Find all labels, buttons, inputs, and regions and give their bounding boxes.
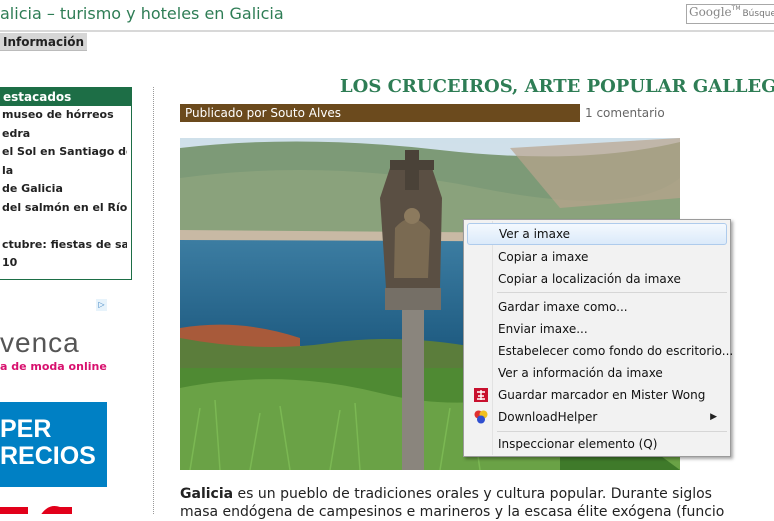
context-menu: Ver a imaxe Copiar a imaxe Copiar a loca…	[463, 219, 731, 457]
sidebar-item[interactable]	[2, 217, 127, 236]
menu-item-view-image-info[interactable]: Ver a información da imaxe	[467, 362, 727, 384]
menu-item-copy-image[interactable]: Copiar a imaxe	[467, 246, 727, 268]
menu-separator	[497, 431, 727, 432]
article-body-line-1: Galicia es un pueblo de tradiciones oral…	[180, 485, 774, 503]
ad-venca-brand: venca	[0, 326, 110, 360]
comments-link[interactable]: 1 comentario	[585, 106, 665, 120]
menu-item-mister-wong[interactable]: Guardar marcador en Mister Wong	[467, 384, 727, 406]
sidebar-item[interactable]: 10	[2, 254, 127, 273]
ad-venca[interactable]: venca a de moda online	[0, 326, 110, 378]
menu-item-save-image[interactable]: Gardar imaxe como...	[467, 296, 727, 318]
tab-informacion[interactable]: Información	[0, 33, 87, 51]
google-search-input[interactable]: GoogleTMBúsqueda	[686, 4, 774, 24]
sidebar-item[interactable]: el Sol en Santiago de	[2, 143, 127, 162]
site-title[interactable]: alicia – turismo y hoteles en Galicia	[0, 4, 284, 23]
menu-item-send-image[interactable]: Enviar imaxe...	[467, 318, 727, 340]
mister-wong-icon	[473, 387, 489, 403]
ad-venca-tagline: a de moda online	[0, 360, 110, 374]
article-body-line-2: masa endógena de campesinos e marineros …	[180, 503, 774, 521]
article-title[interactable]: LOS CRUCEIROS, ARTE POPULAR GALLEGO	[340, 76, 774, 97]
menu-item-view-image[interactable]: Ver a imaxe	[467, 223, 727, 245]
menu-item-label: Inspeccionar elemento (Q)	[498, 437, 657, 451]
ad-precios[interactable]: PER RECIOS	[0, 402, 107, 487]
byline: Publicado por Souto Alves	[180, 104, 580, 122]
submenu-arrow-icon: ▶	[710, 406, 717, 428]
sidebar-item[interactable]: museo de hórreos	[2, 106, 127, 125]
sidebar-heading: estacados	[0, 88, 131, 106]
body-line-1-text: es un pueblo de tradiciones orales y cul…	[233, 486, 712, 502]
sidebar-featured-box: estacados museo de hórreos edra el Sol e…	[0, 87, 132, 280]
menu-item-label: Copiar a imaxe	[498, 250, 588, 264]
ad-precios-text: PER RECIOS	[0, 416, 96, 470]
column-divider	[153, 87, 154, 514]
header-divider	[0, 30, 774, 32]
menu-item-inspect-element[interactable]: Inspeccionar elemento (Q)	[467, 433, 727, 455]
menu-item-set-desktop-background[interactable]: Estabelecer como fondo do escritorio...	[467, 340, 727, 362]
google-trademark: TM	[732, 5, 741, 12]
body-lead-word: Galicia	[180, 486, 233, 502]
menu-item-label: Estabelecer como fondo do escritorio...	[498, 344, 733, 358]
search-placeholder: Búsqueda	[743, 9, 774, 19]
menu-item-label: Ver a información da imaxe	[498, 366, 663, 380]
downloadhelper-icon	[473, 409, 489, 425]
sidebar-item[interactable]: del salmón en el Río	[2, 199, 127, 218]
menu-item-label: DownloadHelper	[498, 410, 597, 424]
sidebar-item[interactable]: la	[2, 162, 127, 181]
menu-item-label: Copiar a localización da imaxe	[498, 272, 681, 286]
google-logo: Google	[689, 5, 732, 19]
menu-item-copy-image-location[interactable]: Copiar a localización da imaxe	[467, 268, 727, 290]
article-body: Galicia es un pueblo de tradiciones oral…	[180, 485, 774, 521]
sidebar-item[interactable]: ctubre: fiestas de san	[2, 236, 127, 255]
menu-item-label: Enviar imaxe...	[498, 322, 588, 336]
menu-item-label: Ver a imaxe	[499, 227, 570, 241]
sidebar-list: museo de hórreos edra el Sol en Santiago…	[0, 106, 131, 273]
menu-item-label: Gardar imaxe como...	[498, 300, 628, 314]
menu-separator	[497, 292, 727, 293]
ad-red-logo[interactable]	[0, 501, 74, 514]
adchoices-icon[interactable]: ▷	[96, 299, 107, 311]
menu-item-label: Guardar marcador en Mister Wong	[498, 388, 705, 402]
sidebar-item[interactable]: edra	[2, 125, 127, 144]
sidebar-item[interactable]: de Galicia	[2, 180, 127, 199]
menu-item-downloadhelper[interactable]: DownloadHelper ▶	[467, 406, 727, 428]
